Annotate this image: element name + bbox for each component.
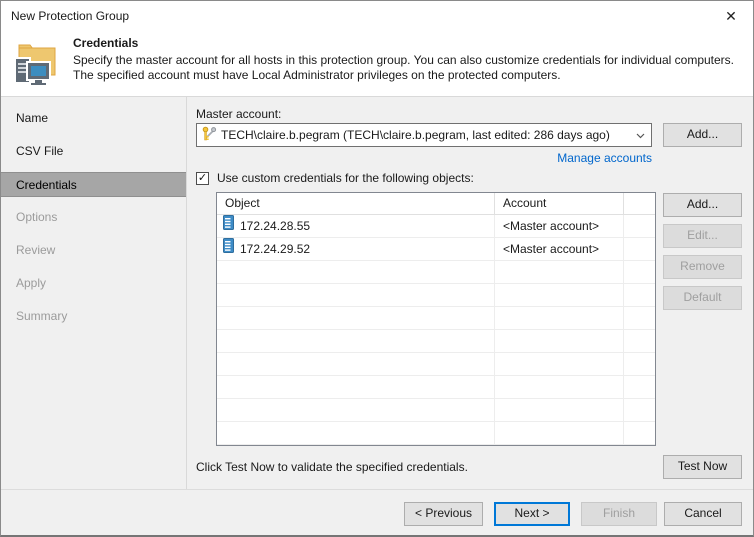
step-description: Specify the master account for all hosts…: [73, 53, 743, 83]
column-header-spacer: [624, 193, 655, 214]
empty-row: [217, 376, 655, 399]
use-custom-credentials-label[interactable]: Use custom credentials for the following…: [217, 171, 474, 185]
table-row[interactable]: 172.24.29.52 <Master account>: [217, 238, 655, 261]
title-bar: New Protection Group ✕: [1, 1, 753, 31]
empty-row: [217, 399, 655, 422]
step-description-line1: Specify the master account for all hosts…: [73, 53, 735, 67]
wizard-header: Credentials Specify the master account f…: [1, 31, 753, 97]
sidebar-item-review: Review: [16, 243, 56, 257]
keys-icon: [201, 126, 217, 145]
object-cell: 172.24.28.55: [240, 218, 311, 233]
server-icon: [223, 238, 234, 260]
object-cell: 172.24.29.52: [240, 241, 311, 256]
master-account-value: TECH\claire.b.pegram (TECH\claire.b.pegr…: [221, 128, 610, 142]
close-icon[interactable]: ✕: [715, 4, 747, 28]
step-title: Credentials: [73, 36, 139, 50]
step-description-line2: The specified account must have Local Ad…: [73, 68, 561, 82]
folder-computer-icon: [11, 37, 61, 87]
remove-object-button: Remove: [663, 255, 742, 279]
edit-object-button: Edit...: [663, 224, 742, 248]
cancel-button[interactable]: Cancel: [664, 502, 742, 526]
new-protection-group-dialog: New Protection Group ✕ Credentials Speci…: [0, 0, 754, 537]
empty-row: [217, 353, 655, 376]
test-now-hint: Click Test Now to validate the specified…: [196, 460, 468, 474]
wizard-steps-sidebar: Name CSV File Credentials Options Review…: [1, 96, 186, 489]
sidebar-divider: [186, 96, 187, 489]
footer-divider: [1, 489, 753, 490]
previous-button[interactable]: < Previous: [404, 502, 483, 526]
empty-row: [217, 261, 655, 284]
test-now-button[interactable]: Test Now: [663, 455, 742, 479]
column-header-object[interactable]: Object: [217, 193, 495, 214]
sidebar-item-csv-file[interactable]: CSV File: [1, 139, 186, 164]
empty-row: [217, 330, 655, 353]
window-title: New Protection Group: [11, 9, 130, 23]
credentials-table[interactable]: Object Account 172.24.28.55 <Master acco…: [216, 192, 656, 446]
column-header-account[interactable]: Account: [495, 193, 624, 214]
empty-row: [217, 422, 655, 445]
master-account-label: Master account:: [196, 107, 282, 121]
empty-row: [217, 307, 655, 330]
add-object-button[interactable]: Add...: [663, 193, 742, 217]
next-button[interactable]: Next >: [494, 502, 570, 526]
empty-row: [217, 284, 655, 307]
sidebar-item-credentials[interactable]: Credentials: [1, 172, 186, 197]
table-row[interactable]: 172.24.28.55 <Master account>: [217, 215, 655, 238]
sidebar-item-apply: Apply: [16, 276, 47, 290]
account-cell: <Master account>: [503, 241, 600, 256]
master-account-dropdown[interactable]: TECH\claire.b.pegram (TECH\claire.b.pegr…: [196, 123, 652, 147]
empty-row: [217, 445, 655, 446]
server-icon: [223, 215, 234, 237]
sidebar-item-name[interactable]: Name: [1, 106, 186, 131]
account-cell: <Master account>: [503, 218, 600, 233]
sidebar-item-options: Options: [16, 210, 58, 224]
manage-accounts-link[interactable]: Manage accounts: [196, 151, 652, 165]
sidebar-item-summary: Summary: [16, 309, 68, 323]
table-header: Object Account: [217, 193, 655, 215]
finish-button: Finish: [581, 502, 657, 526]
add-master-account-button[interactable]: Add...: [663, 123, 742, 147]
chevron-down-icon: [633, 128, 647, 142]
default-object-button: Default: [663, 286, 742, 310]
use-custom-credentials-checkbox[interactable]: ✓: [196, 172, 209, 185]
